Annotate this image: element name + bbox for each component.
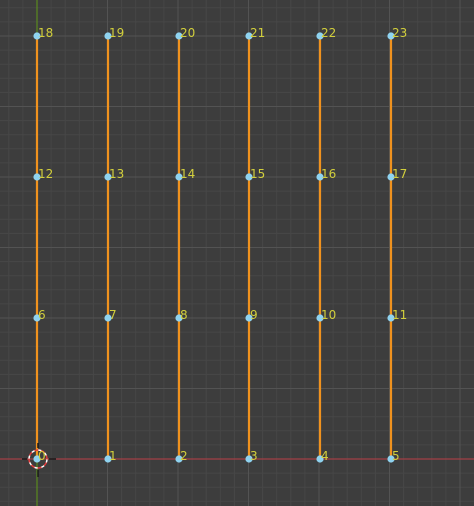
vertex-index-label: 20 [180,26,195,40]
vertex-index-label: 7 [109,308,117,322]
vertex-index-label: 14 [180,167,195,181]
vertex-index-label: 11 [392,308,407,322]
vertex-index-label: 1 [109,449,117,463]
viewport-background [0,0,474,506]
vertex-index-label: 22 [321,26,336,40]
vertex-index-label: 13 [109,167,124,181]
vertex-index-label: 18 [38,26,53,40]
vertex-index-label: 4 [321,449,329,463]
vertex-index-label: 2 [180,449,188,463]
vertex-index-label: 19 [109,26,124,40]
vertex-index-label: 10 [321,308,336,322]
vertex-index-label: 16 [321,167,336,181]
vertex-index-label: 15 [250,167,265,181]
vertex-index-label: 6 [38,308,46,322]
vertex-index-label: 21 [250,26,265,40]
vertex-index-label: 8 [180,308,188,322]
vertex-index-label: 0 [38,449,46,463]
vertex-index-label: 23 [392,26,407,40]
vertex-index-label: 12 [38,167,53,181]
vertex-index-label: 3 [250,449,258,463]
viewport-canvas[interactable]: 0 1 2 3 4 56 7 8 9 10 1112 13 14 15 16 1718 19 20 21 22 23 [0,0,474,506]
3d-viewport[interactable]: 0 1 2 3 4 5 6 7 8 9 10 11 12 13 14 15 16 17 18 19 20 21 22 23 [0,0,474,506]
vertex-index-label: 17 [392,167,407,181]
vertex-index-label: 5 [392,449,400,463]
vertex-index-label: 9 [250,308,258,322]
